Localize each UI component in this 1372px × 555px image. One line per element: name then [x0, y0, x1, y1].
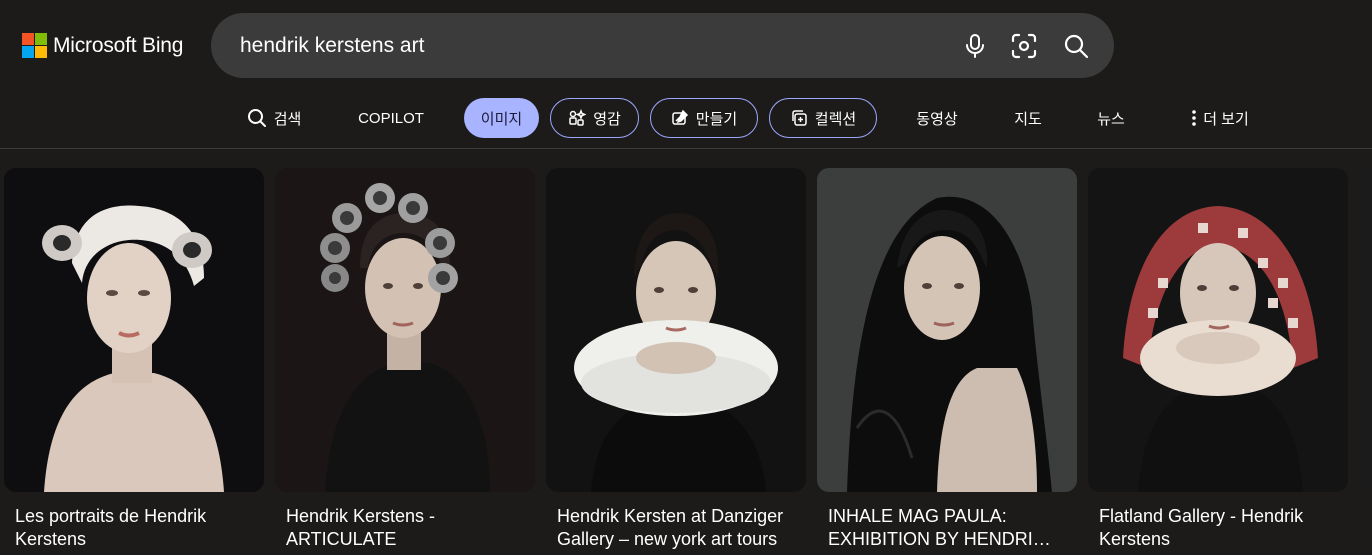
image-results-grid: Les portraits de Hendrik Kerstens Hendri…	[0, 168, 1372, 555]
nav-label: 더 보기	[1203, 110, 1249, 128]
image-result-card[interactable]: Hendrik Kersten at Danziger Gallery – ne…	[546, 168, 806, 555]
nav-news[interactable]: 뉴스	[1086, 98, 1136, 138]
nav-label: 뉴스	[1097, 110, 1125, 128]
nav-collections[interactable]: 컬렉션	[769, 98, 877, 138]
nav-maps[interactable]: 지도	[1003, 98, 1053, 138]
image-result-card[interactable]: Flatland Gallery - Hendrik Kerstens	[1088, 168, 1348, 555]
nav-label: 영감	[593, 110, 621, 128]
image-result-card[interactable]: Les portraits de Hendrik Kerstens	[4, 168, 264, 555]
nav-create[interactable]: 만들기	[650, 98, 758, 138]
nav-label: 만들기	[695, 110, 738, 128]
search-box	[211, 13, 1114, 78]
image-result-card-partial[interactable]	[1359, 168, 1372, 555]
nav-label: 동영상	[916, 110, 958, 128]
image-result-card[interactable]: INHALE MAG PAULA: EXHIBITION BY HENDRI…	[817, 168, 1077, 555]
nav-label: 이미지	[480, 110, 523, 128]
nav-label: 지도	[1014, 110, 1042, 128]
result-thumbnail[interactable]	[546, 168, 806, 492]
nav-videos[interactable]: 동영상	[906, 98, 968, 138]
search-icon	[247, 109, 266, 127]
result-caption[interactable]: Hendrik Kerstens - ARTICULATE	[286, 505, 526, 551]
nav-copilot[interactable]: COPILOT	[350, 98, 432, 138]
create-icon	[672, 109, 688, 125]
nav-label: COPILOT	[358, 109, 424, 127]
header: Microsoft Bing	[0, 0, 1372, 92]
nav-label: 검색	[273, 110, 302, 128]
microphone-icon[interactable]	[962, 33, 988, 59]
inspiration-icon	[569, 109, 587, 126]
result-thumbnail[interactable]	[1088, 168, 1348, 492]
result-caption[interactable]: Hendrik Kersten at Danziger Gallery – ne…	[557, 505, 797, 551]
result-thumbnail[interactable]	[275, 168, 535, 492]
vertical-nav: 검색 COPILOT 이미지 영감 만들기 컬렉션 동영상 지도 뉴스 더 보기	[0, 96, 1372, 140]
result-caption[interactable]: Les portraits de Hendrik Kerstens	[15, 505, 255, 551]
header-divider	[0, 148, 1372, 149]
more-vertical-icon	[1192, 110, 1197, 126]
nav-search[interactable]: 검색	[243, 98, 305, 138]
nav-images[interactable]: 이미지	[464, 98, 539, 138]
search-icon[interactable]	[1063, 33, 1089, 59]
result-caption[interactable]: INHALE MAG PAULA: EXHIBITION BY HENDRI…	[828, 505, 1068, 551]
bing-logo[interactable]: Microsoft Bing	[22, 33, 183, 58]
result-thumbnail[interactable]	[817, 168, 1077, 492]
result-thumbnail[interactable]	[1359, 168, 1372, 492]
result-caption[interactable]: Flatland Gallery - Hendrik Kerstens	[1099, 505, 1339, 551]
nav-label: 컬렉션	[814, 110, 857, 128]
nav-inspiration[interactable]: 영감	[550, 98, 639, 138]
search-input[interactable]	[240, 31, 940, 61]
microsoft-logo-icon	[22, 33, 47, 58]
nav-more[interactable]: 더 보기	[1180, 98, 1260, 138]
result-thumbnail[interactable]	[4, 168, 264, 492]
collections-icon	[792, 110, 807, 126]
brand-name: Microsoft Bing	[53, 33, 184, 57]
image-result-card[interactable]: Hendrik Kerstens - ARTICULATE	[275, 168, 535, 555]
visual-search-icon[interactable]	[1011, 33, 1037, 59]
